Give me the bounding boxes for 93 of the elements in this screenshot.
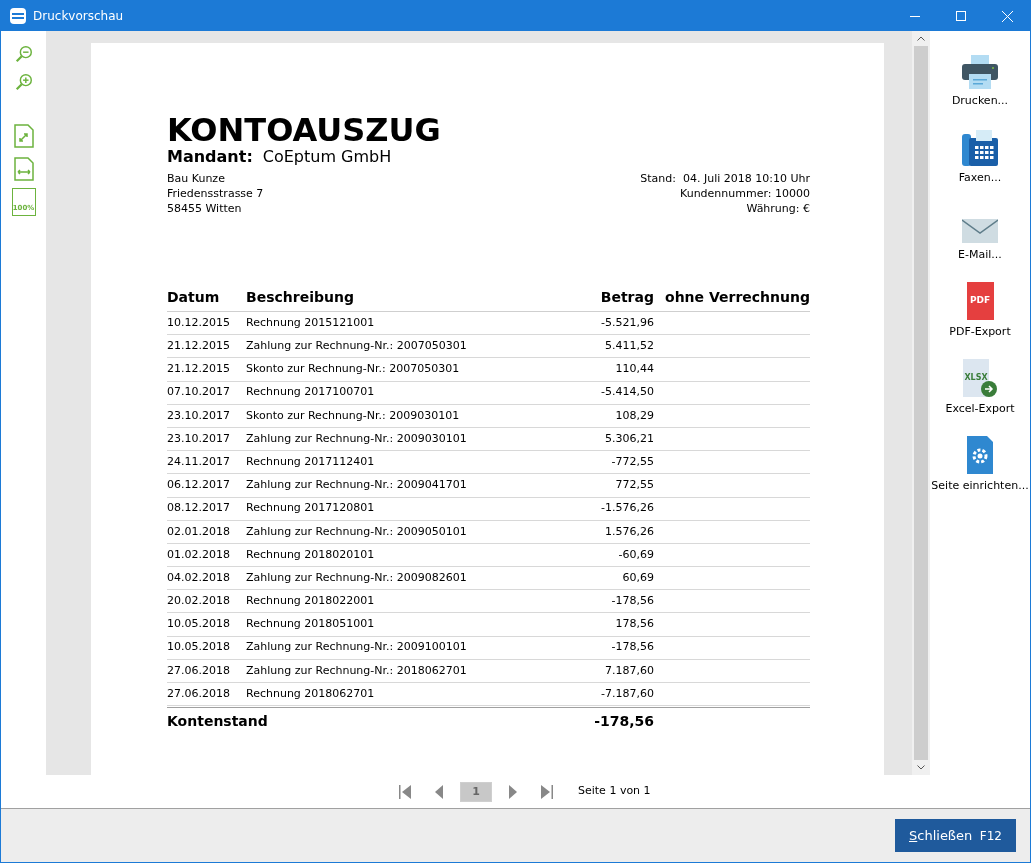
table-cell-text: -7.187,60	[600, 685, 654, 702]
table-cell-text: Rechnung 2018020101	[246, 546, 376, 563]
address-line: Bau Kunze	[167, 171, 226, 186]
table-cell-text: 110,44	[614, 361, 654, 378]
table-cell-text: 01.02.2018	[167, 546, 231, 563]
action-button[interactable]: E-Mail...	[930, 203, 1030, 280]
document-title: KONTOAUSZUG	[167, 113, 442, 147]
window-title: Druckvorschau	[33, 8, 124, 25]
next-page-icon	[508, 783, 518, 800]
table-cell-text: Rechnung 2018051001	[246, 616, 376, 633]
envelope-icon	[962, 219, 998, 243]
table-cell-text: Zahlung zur Rechnung-Nr.: 2018062701	[246, 662, 468, 679]
table-cell-text: 10.05.2018	[167, 639, 231, 656]
table-cell-text: 5.306,21	[604, 430, 654, 447]
table-cell-text: Rechnung 2017120801	[246, 500, 376, 517]
table-cell-text: 21.12.2015	[167, 361, 231, 378]
total-amount: -178,56	[593, 712, 654, 732]
table-cell-text: -178,56	[610, 639, 654, 656]
column-header: ohne Verrechnung	[664, 288, 810, 307]
page-status: Seite 1 von 1	[578, 783, 651, 800]
table-cell-text: Rechnung 2017112401	[246, 453, 376, 470]
column-header: Beschreibung	[246, 288, 355, 307]
fax-machine-icon	[962, 130, 998, 166]
action-button[interactable]: Drucken...	[930, 49, 1030, 126]
scroll-down-icon[interactable]	[917, 765, 925, 770]
table-cell-text: -1.576,26	[600, 500, 654, 517]
table-cell-text: 178,56	[614, 616, 654, 633]
table-cell-text: 108,29	[614, 407, 654, 424]
table-cell-text: Skonto zur Rechnung-Nr.: 2009030101	[246, 407, 461, 424]
scrollbar[interactable]	[912, 31, 930, 775]
table-cell-text: 7.187,60	[604, 662, 654, 679]
action-button[interactable]: XLSX Excel-Export	[930, 357, 1030, 434]
table-cell-text: Zahlung zur Rechnung-Nr.: 2009030101	[246, 430, 468, 447]
table-cell-text: Zahlung zur Rechnung-Nr.: 2007050301	[246, 338, 468, 355]
table-cell-text: 23.10.2017	[167, 430, 231, 447]
table-cell-text: 60,69	[621, 569, 654, 586]
table-cell-text: -178,56	[610, 593, 654, 610]
table-cell-text: Zahlung zur Rechnung-Nr.: 2009041701	[246, 477, 468, 494]
close-icon	[1001, 10, 1013, 22]
address-line: 58455 Witten	[167, 201, 243, 216]
info-line: Kundennummer: 10000	[680, 186, 810, 201]
printer-icon	[962, 55, 998, 89]
table-cell-text: 5.411,52	[604, 338, 654, 355]
table-cell-text: 07.10.2017	[167, 384, 231, 401]
table-cell-text: 10.05.2018	[167, 616, 231, 633]
table-cell-text: Zahlung zur Rechnung-Nr.: 2009082601	[246, 569, 468, 586]
table-cell-text: -5.521,96	[600, 314, 654, 331]
total-label: Kontenstand	[167, 712, 269, 732]
table-cell-text: 23.10.2017	[167, 407, 231, 424]
table-cell-text: Rechnung 2015121001	[246, 314, 376, 331]
table-cell-text: Rechnung 2017100701	[246, 384, 376, 401]
table-cell-text: 04.02.2018	[167, 569, 231, 586]
pdf-file-icon: PDF	[966, 282, 994, 320]
table-cell-text: Zahlung zur Rechnung-Nr.: 2009050101	[246, 523, 468, 540]
maximize-icon	[956, 11, 966, 21]
table-cell-text: 772,55	[614, 477, 654, 494]
table-cell-text: -60,69	[617, 546, 654, 563]
scroll-up-icon[interactable]	[917, 36, 925, 41]
table-cell-text: Zahlung zur Rechnung-Nr.: 2009100101	[246, 639, 468, 656]
fit-width-button[interactable]	[11, 155, 36, 183]
table-cell-text: 20.02.2018	[167, 593, 231, 610]
client-name: CoEptum GmbH	[262, 147, 392, 167]
last-page-icon	[540, 783, 554, 800]
column-header: Datum	[167, 288, 221, 307]
table-cell-text: Skonto zur Rechnung-Nr.: 2007050301	[246, 361, 461, 378]
close-dialog-button[interactable]: Schließen F12	[895, 819, 1016, 852]
table-cell-text: 02.01.2018	[167, 523, 231, 540]
table-cell-text: Rechnung 2018022001	[246, 593, 376, 610]
table-cell-text: -5.414,50	[600, 384, 654, 401]
page-settings-icon	[967, 436, 993, 474]
table-cell-text: -772,55	[610, 453, 654, 470]
first-page-icon	[398, 783, 412, 800]
action-button[interactable]: Seite einrichten...	[930, 434, 1030, 511]
info-line: Währung: €	[746, 201, 810, 216]
address-line: Friedensstrasse 7	[167, 186, 264, 201]
action-button[interactable]: Faxen...	[930, 126, 1030, 203]
previous-page-icon	[434, 783, 444, 800]
table-cell-text: 06.12.2017	[167, 477, 231, 494]
table-cell-text: 27.06.2018	[167, 685, 231, 702]
fit-page-button[interactable]	[11, 122, 36, 150]
table-cell-text: 08.12.2017	[167, 500, 231, 517]
column-header: Betrag	[599, 288, 654, 307]
app-icon	[10, 8, 26, 24]
table-cell-text: Rechnung 2018062701	[246, 685, 376, 702]
client-label: Mandant:	[167, 147, 253, 167]
table-cell-text: 27.06.2018	[167, 662, 231, 679]
table-cell-text: 10.12.2015	[167, 314, 231, 331]
table-cell-text: 1.576,26	[604, 523, 654, 540]
action-button[interactable]: PDF PDF-Export	[930, 280, 1030, 357]
scroll-thumb[interactable]	[914, 46, 928, 760]
table-cell-text: 24.11.2017	[167, 453, 231, 470]
table-cell-text: 21.12.2015	[167, 338, 231, 355]
info-line: Stand: 04. Juli 2018 10:10 Uhr	[640, 171, 810, 186]
